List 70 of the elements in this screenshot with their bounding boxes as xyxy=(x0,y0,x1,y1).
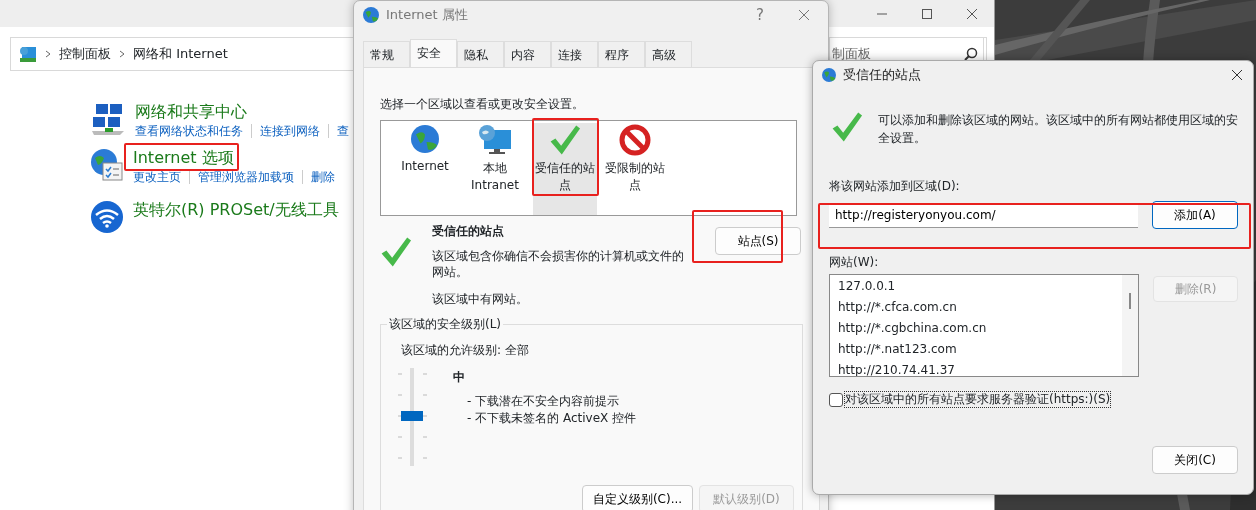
allowed-levels-text: 该区域的允许级别: 全部 xyxy=(401,342,530,359)
site-item[interactable]: http://*.nat123.com xyxy=(830,339,1122,360)
help-button[interactable]: ? xyxy=(756,3,764,27)
site-item[interactable]: http://*.cgbchina.com.cn xyxy=(830,318,1122,339)
add-label: 将该网站添加到区域(D): xyxy=(829,178,961,195)
breadcrumb-item[interactable]: 网络和 Internet xyxy=(133,44,228,64)
level-detail: - 不下载未签名的 ActiveX 控件 xyxy=(467,410,637,427)
zone-item[interactable]: 受限制的站点 xyxy=(603,123,667,215)
add-button[interactable]: 添加(A) xyxy=(1152,201,1238,229)
zone-item[interactable]: Internet xyxy=(393,123,457,215)
custom-level-button[interactable]: 自定义级别(C)... xyxy=(582,485,693,510)
window-title: Internet 属性 xyxy=(386,6,468,25)
checkmark-icon xyxy=(380,236,412,268)
sites-label: 网站(W): xyxy=(829,254,880,271)
site-item[interactable]: http://210.74.41.37 xyxy=(830,360,1122,376)
globe-icon xyxy=(821,67,837,83)
tab[interactable]: 常规 xyxy=(363,41,410,67)
task-link[interactable]: 删除 xyxy=(311,168,335,186)
level-detail: - 下载潜在不安全内容前提示 xyxy=(467,393,621,410)
search-icon xyxy=(964,47,978,61)
prompt-text: 选择一个区域以查看或更改安全设置。 xyxy=(380,96,585,113)
zone-description: 该区域包含你确信不会损害你的计算机或文件的网站。 xyxy=(432,248,685,280)
group-label: 该区域的安全级别(L) xyxy=(387,316,504,332)
maximize-icon[interactable] xyxy=(920,7,933,20)
level-name: 中 xyxy=(453,369,466,386)
network-icon xyxy=(90,102,126,136)
close-icon[interactable] xyxy=(1231,69,1243,81)
category-link[interactable]: 英特尔(R) PROSet/无线工具 xyxy=(133,200,339,220)
scrollbar-thumb-icon[interactable] xyxy=(1129,293,1131,309)
breadcrumb-item[interactable]: 控制面板 xyxy=(59,44,111,64)
sites-list[interactable]: 127.0.0.1 http://*.cfca.com.cn http://*.cgbchina.com.cn http://*.nat123.com http://210.74.41.37 xyxy=(829,274,1139,377)
category-link[interactable]: 网络和共享中心 xyxy=(135,102,349,122)
tab[interactable]: 内容 xyxy=(504,41,551,67)
description-text: 可以添加和删除该区域的网站。该区域中的所有网站都使用区域的安全设置。 xyxy=(878,112,1239,147)
prohibited-icon xyxy=(619,124,651,156)
slider-thumb[interactable] xyxy=(401,411,423,421)
task-link[interactable]: 查 xyxy=(337,122,349,140)
tab[interactable]: 程序 xyxy=(598,41,645,67)
task-link[interactable]: 管理浏览器加载项 xyxy=(198,168,294,186)
category-link[interactable]: Internet 选项 xyxy=(133,148,335,168)
zone-note: 该区域中有网站。 xyxy=(432,291,529,308)
tab[interactable]: 安全 xyxy=(410,39,457,67)
site-item[interactable]: http://*.cfca.com.cn xyxy=(830,297,1122,318)
monitor-globe-icon xyxy=(478,124,512,156)
globe-icon xyxy=(362,6,380,24)
task-link[interactable]: 连接到网络 xyxy=(260,122,320,140)
chevron-icon xyxy=(45,50,51,58)
url-field[interactable]: http://registeryonyou.com/ xyxy=(829,202,1138,228)
checkbox-label[interactable]: 对该区域中的所有站点要求服务器验证(https:)(S) xyxy=(844,391,1112,408)
zone-item[interactable]: 本地 Intranet xyxy=(463,123,527,215)
checkmark-icon xyxy=(549,124,581,156)
tab[interactable]: 高级 xyxy=(645,41,692,67)
zone-title: 受信任的站点 xyxy=(432,223,505,240)
close-button[interactable]: 关闭(C) xyxy=(1152,446,1238,474)
task-link[interactable]: 查看网络状态和任务 xyxy=(135,122,243,140)
tab[interactable]: 隐私 xyxy=(457,41,504,67)
close-icon[interactable] xyxy=(965,7,978,20)
checkbox[interactable] xyxy=(829,392,843,407)
slider-track[interactable] xyxy=(396,368,429,466)
tab[interactable]: 连接 xyxy=(551,41,598,67)
site-item[interactable]: 127.0.0.1 xyxy=(830,276,1122,297)
chevron-icon xyxy=(119,50,125,58)
zone-item[interactable]: 受信任的站点 xyxy=(533,123,597,215)
globe-icon xyxy=(410,124,440,154)
wireless-icon xyxy=(90,200,124,234)
globe-checklist-icon xyxy=(90,148,124,182)
control-panel-icon xyxy=(19,45,37,63)
sites-button[interactable]: 站点(S) xyxy=(715,227,801,255)
task-link[interactable]: 更改主页 xyxy=(133,168,181,186)
checkmark-icon xyxy=(831,111,863,143)
